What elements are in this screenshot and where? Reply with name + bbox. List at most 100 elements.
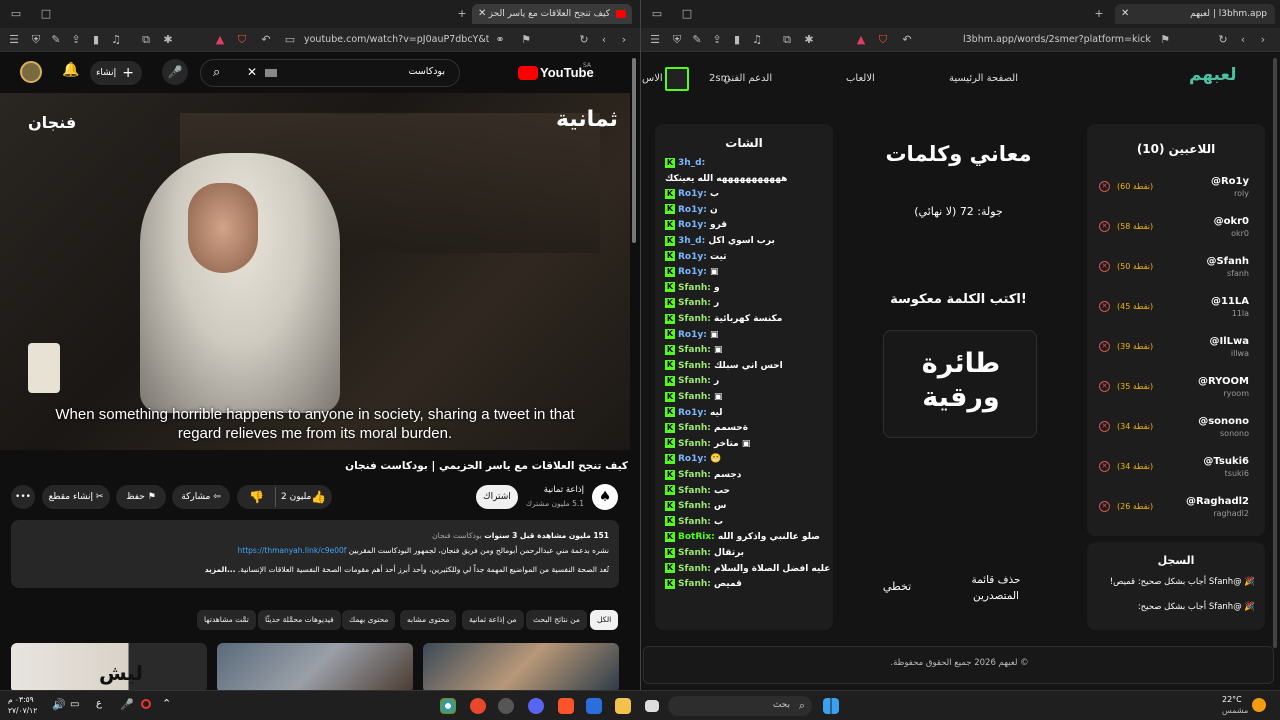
brave-taskbar-icon[interactable] (558, 698, 574, 714)
chip-watched[interactable]: تمَّت مشاهدتها (197, 610, 256, 630)
tray-overflow-icon[interactable]: ⌃ (162, 697, 171, 710)
chat-username[interactable]: Sfanh: (678, 345, 714, 355)
microphone-tray-icon[interactable]: 🎤 (120, 698, 134, 711)
kick-player-icon[interactable]: ✕ (1099, 461, 1110, 472)
kick-player-icon[interactable]: ✕ (1099, 261, 1110, 272)
chip-all[interactable]: الكل (590, 610, 619, 630)
chat-username[interactable]: Ro1y: (678, 454, 710, 464)
music-icon[interactable]: ♫ (110, 34, 122, 46)
chat-username[interactable]: 3h_d: (678, 158, 705, 168)
clock[interactable]: ٠٣:٥٩ م ٢٧/٠٧/١٢ (8, 694, 37, 716)
voice-search-icon[interactable]: 🎤 (162, 59, 188, 85)
shield-icon[interactable]: ⛨ (30, 34, 42, 46)
explorer-app-icon[interactable] (615, 698, 631, 714)
forward-icon-right[interactable]: › (1257, 34, 1269, 46)
video-thumbnail-3[interactable] (423, 643, 619, 690)
chip-related[interactable]: محتوى مشابه (400, 610, 457, 630)
aria-icon-right[interactable]: ▲ (855, 34, 867, 46)
chat-username[interactable]: Ro1y: (678, 267, 710, 277)
chat-username[interactable]: Sfanh: (678, 564, 714, 574)
chat-username[interactable]: Ro1y: (678, 220, 710, 230)
brave-app-icon[interactable] (470, 698, 486, 714)
channel-name[interactable]: إذاعة ثمانية (544, 485, 584, 495)
chat-username[interactable]: Sfanh: (678, 423, 714, 433)
tab-strip-icon-right[interactable]: □ (681, 8, 693, 20)
kick-player-icon[interactable]: ✕ (1099, 381, 1110, 392)
create-button[interactable]: + إنشاء (90, 61, 142, 85)
notifications-bell-icon[interactable]: 🔔 (62, 62, 79, 78)
more-actions-icon[interactable]: ••• (11, 485, 35, 509)
obs-app-icon[interactable] (498, 698, 514, 714)
channel-avatar[interactable]: ♠ (592, 484, 618, 510)
sidebar-icon[interactable]: ▮ (90, 34, 102, 46)
menu-icon[interactable]: ☰ (8, 34, 20, 46)
video-description[interactable]: 151 مليون مشاهدة قبل 3 سنوات بودكاست فنج… (11, 520, 619, 588)
chat-username[interactable]: Sfanh: (678, 486, 714, 496)
page-scrollbar[interactable] (632, 58, 636, 243)
description-more[interactable]: ...المزيد (205, 565, 236, 574)
new-tab-icon[interactable]: + (456, 8, 468, 20)
refresh-icon-right[interactable]: ↻ (1217, 34, 1229, 46)
like-count[interactable]: 2 مليون (281, 485, 311, 509)
page-info-icon[interactable]: ▭ (284, 34, 296, 46)
chat-username[interactable]: Sfanh: (678, 470, 714, 480)
sidebar-icon-right[interactable]: ▮ (731, 34, 743, 46)
kick-player-icon[interactable]: ✕ (1099, 341, 1110, 352)
store-app-icon[interactable] (586, 698, 602, 714)
task-view-icon[interactable] (645, 700, 659, 712)
chat-username[interactable]: Sfanh: (678, 392, 714, 402)
screenshot-icon-right[interactable]: ⧉ (781, 34, 793, 46)
video-thumbnail-2[interactable] (217, 643, 413, 690)
avatar[interactable] (20, 61, 42, 83)
window-menu-icon-right[interactable]: ▭ (651, 8, 663, 20)
tab-strip-icon[interactable]: □ (40, 8, 52, 20)
save-button[interactable]: حفظ ⚑ (116, 485, 166, 509)
chat-username[interactable]: Ro1y: (678, 330, 710, 340)
chat-username[interactable]: Sfanh: (678, 501, 714, 511)
menu-icon-right[interactable]: ☰ (649, 34, 661, 46)
kick-player-icon[interactable]: ✕ (1099, 421, 1110, 432)
chat-username[interactable]: Sfanh: (678, 548, 714, 558)
address-bar[interactable]: youtube.com/watch?v=pJ0auP7dbcY&t=4... (304, 31, 489, 49)
share-icon-right[interactable]: ⇪ (711, 34, 723, 46)
taskbar-search[interactable]: بحث ⌕ (668, 696, 812, 716)
chat-username[interactable]: Sfanh: (678, 517, 714, 527)
puzzle-icon-right[interactable]: ✱ (803, 34, 815, 46)
chat-username[interactable]: Ro1y: (678, 189, 710, 199)
chat-username[interactable]: Ro1y: (678, 408, 710, 418)
weather-widget[interactable]: 22°C مشمس (1222, 694, 1248, 716)
extension-icon-right[interactable]: ✎ (691, 34, 703, 46)
forward-icon[interactable]: › (618, 34, 630, 46)
network-icon[interactable]: ▭ (70, 699, 79, 710)
back-icon[interactable]: ‹ (598, 34, 610, 46)
back-icon-right[interactable]: ‹ (1237, 34, 1249, 46)
link-icon[interactable]: ⚭ (494, 34, 506, 46)
chip-recently-uploaded[interactable]: فيديوهات محمَّلة حديثًا (258, 610, 341, 630)
discord-app-icon[interactable] (528, 698, 544, 714)
close-tab-icon-right[interactable]: ✕ (1121, 4, 1129, 24)
kick-player-icon[interactable]: ✕ (1099, 221, 1110, 232)
dislike-icon[interactable]: 👎 (249, 485, 264, 509)
puzzle-icon[interactable]: ✱ (162, 34, 174, 46)
chrome-app-icon[interactable] (440, 698, 456, 714)
description-link[interactable]: https://thmanyah.link/c9e00f (238, 546, 347, 555)
chat-username[interactable]: BotRix: (678, 532, 718, 542)
language-indicator[interactable]: ع (96, 698, 102, 709)
clear-search-icon[interactable]: ✕ (247, 65, 257, 79)
chat-username[interactable]: Sfanh: (678, 361, 714, 371)
record-tray-icon[interactable] (141, 699, 151, 709)
bookmark-icon[interactable]: ⚑ (520, 34, 532, 46)
chip-for-you[interactable]: محتوى بهمك (342, 610, 396, 630)
reload-page-icon-right[interactable]: ↶ (901, 34, 913, 46)
video-thumbnail-1[interactable]: ليش (11, 643, 207, 690)
tab-youtube[interactable]: ✕ كيف تنجح العلاقات مع ياسر الحز (472, 4, 632, 24)
chat-username[interactable]: Sfanh: (678, 298, 714, 308)
refresh-icon[interactable]: ↻ (578, 34, 590, 46)
kick-player-icon[interactable]: ✕ (1099, 181, 1110, 192)
search-icon[interactable]: ⌕ (213, 65, 220, 80)
search-input[interactable]: بودكاست (409, 66, 446, 77)
kick-player-icon[interactable]: ✕ (1099, 501, 1110, 512)
start-windows-icon[interactable] (823, 698, 839, 714)
share-icon[interactable]: ⇪ (70, 34, 82, 46)
nav-home[interactable]: الصفحة الرئيسية (949, 73, 1018, 84)
